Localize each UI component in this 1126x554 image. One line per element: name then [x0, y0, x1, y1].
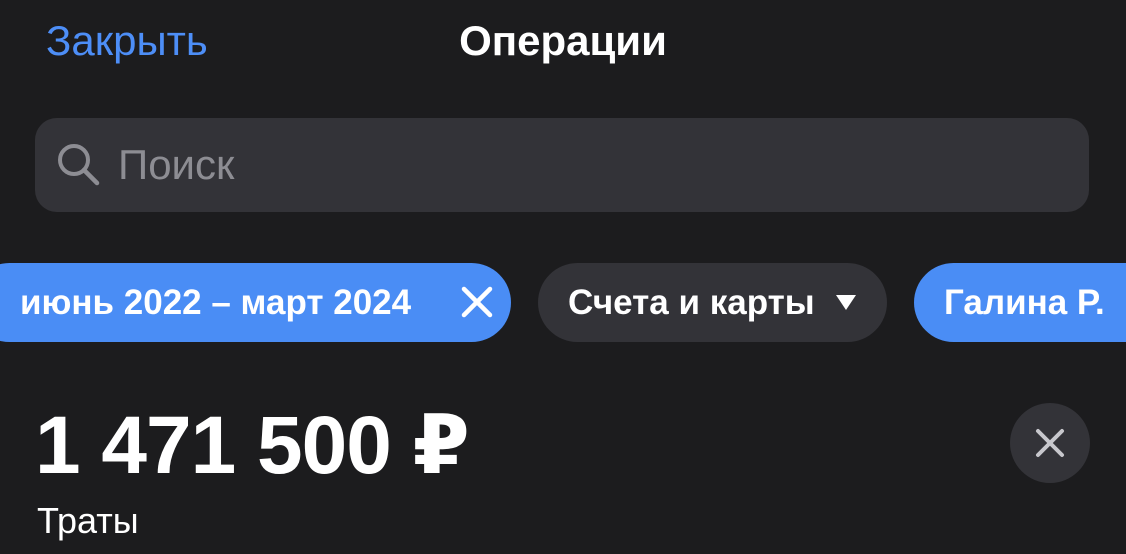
filter-chip-date-range-label: июнь 2022 – март 2024 — [20, 282, 412, 322]
dismiss-button[interactable] — [1010, 403, 1090, 483]
close-icon — [1036, 429, 1064, 457]
search-input[interactable] — [118, 118, 1058, 212]
spending-label: Траты — [37, 500, 139, 541]
spending-amount: 1 471 500 ₽ — [35, 400, 470, 491]
filter-chip-accounts-label: Счета и карты — [568, 282, 815, 322]
filter-chip-person[interactable]: Галина Р. — [914, 263, 1126, 342]
filter-chip-date-range[interactable]: июнь 2022 – март 2024 — [0, 263, 511, 342]
page-title: Операции — [459, 17, 667, 64]
close-icon[interactable] — [456, 281, 498, 323]
filter-chip-person-label: Галина Р. — [944, 282, 1105, 322]
search-icon — [58, 144, 100, 186]
caret-down-icon — [836, 295, 856, 310]
filter-chip-accounts[interactable]: Счета и карты — [538, 263, 887, 342]
